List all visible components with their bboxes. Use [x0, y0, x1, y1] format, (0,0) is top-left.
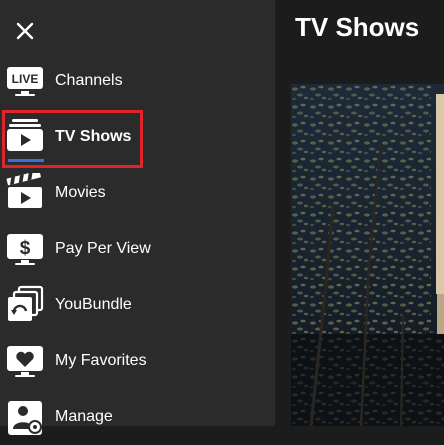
sidebar-item-label: My Favorites [55, 352, 147, 369]
live-badge-text: LIVE [12, 72, 39, 86]
bundle-stack-icon [8, 285, 44, 321]
sidebar-item-label: Manage [55, 408, 113, 425]
live-tv-icon: LIVE [7, 67, 43, 96]
sidebar-item-manage[interactable]: Manage [0, 389, 275, 445]
featured-show-image[interactable] [291, 84, 444, 426]
active-indicator [8, 159, 44, 162]
close-icon[interactable] [14, 20, 36, 42]
sidebar-item-movies[interactable]: Movies [0, 165, 275, 221]
sidebar-item-pay-per-view[interactable]: $ Pay Per View [0, 221, 275, 277]
sidebar-item-channels[interactable]: LIVE Channels [0, 53, 275, 109]
dollar-tv-icon: $ [7, 234, 43, 265]
svg-text:$: $ [20, 238, 31, 259]
manage-user-icon [8, 401, 42, 435]
sidebar-item-youbundle[interactable]: YouBundle [0, 277, 275, 333]
sidebar-menu: LIVE Channels TV Shows Movies $ Pay Per … [0, 0, 275, 435]
clapperboard-icon [6, 173, 42, 208]
sidebar-item-tv-shows[interactable]: TV Shows [0, 109, 275, 165]
sidebar-item-label: TV Shows [55, 128, 132, 145]
sidebar-item-label: Movies [55, 184, 106, 201]
sidebar-item-label: Channels [55, 72, 123, 89]
heart-tv-icon [7, 346, 43, 377]
sidebar-item-label: YouBundle [55, 296, 132, 313]
sidebar-item-label: Pay Per View [55, 240, 151, 257]
sidebar-item-my-favorites[interactable]: My Favorites [0, 333, 275, 389]
tv-shows-icon [7, 119, 43, 151]
page-title: TV Shows [295, 12, 420, 42]
foliage-photo [291, 84, 444, 426]
